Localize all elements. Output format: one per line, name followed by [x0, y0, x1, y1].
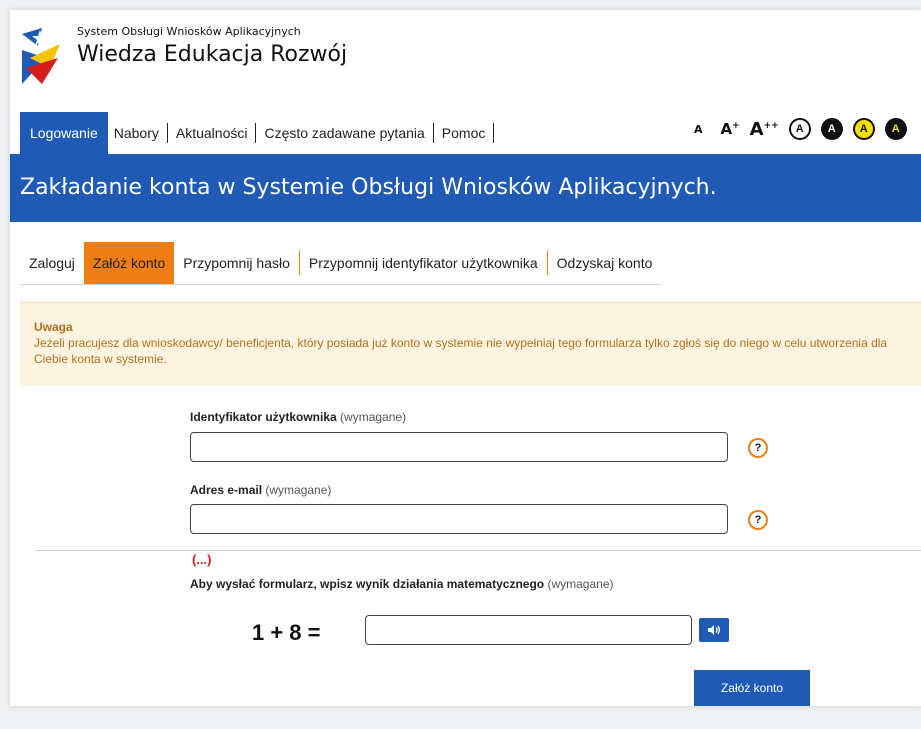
system-name-big: Wiedza Edukacja Rozwój — [77, 42, 348, 67]
email-required: (wymagane) — [265, 483, 332, 497]
page-title-banner: Zakładanie konta w Systemie Obsługi Wnio… — [10, 154, 921, 222]
font-size-medium-sup: + — [732, 121, 740, 131]
captcha-audio-button[interactable] — [699, 618, 729, 642]
main-nav: Logowanie Nabory Aktualności Często zada… — [20, 112, 496, 154]
user-id-input[interactable] — [190, 432, 728, 462]
account-tabs: Zaloguj Załóż konto Przypomnij hasło Prz… — [20, 242, 662, 285]
omitted-fields-ellipsis: (...) — [192, 552, 212, 567]
system-name-small: System Obsługi Wniosków Aplikacyjnych — [77, 25, 301, 38]
tab-przypomnij-haslo[interactable]: Przypomnij hasło — [174, 242, 299, 284]
tab-zaloz-konto[interactable]: Załóż konto — [83, 242, 175, 284]
user-id-help-icon[interactable]: ? — [748, 438, 768, 458]
user-id-label: Identyfikator użytkownika (wymagane) — [190, 410, 406, 424]
captcha-label: Aby wysłać formularz, wpisz wynik działa… — [190, 577, 614, 591]
tab-odzyskaj-konto[interactable]: Odzyskaj konto — [548, 242, 662, 284]
captcha-expression: 1 + 8 = — [252, 620, 321, 645]
tab-zaloguj[interactable]: Zaloguj — [20, 242, 84, 284]
font-size-large-button[interactable]: A++ — [750, 119, 779, 140]
nav-separator — [166, 123, 168, 143]
nav-item-logowanie[interactable]: Logowanie — [20, 112, 108, 154]
email-help-icon[interactable]: ? — [748, 510, 768, 530]
nav-item-faq[interactable]: Często zadawane pytania — [258, 112, 430, 154]
font-size-normal-button[interactable]: A — [694, 123, 703, 136]
email-label-text: Adres e-mail — [190, 483, 263, 497]
eu-funds-logo-icon — [20, 24, 62, 86]
captcha-label-text: Aby wysłać formularz, wpisz wynik działa… — [190, 577, 545, 591]
nav-item-aktualnosci[interactable]: Aktualności — [170, 112, 254, 154]
nav-separator — [493, 123, 495, 143]
page-card: System Obsługi Wniosków Aplikacyjnych Wi… — [10, 10, 921, 706]
contrast-black-white-button[interactable]: A — [820, 118, 843, 140]
font-size-large-label: A — [749, 118, 764, 140]
email-label: Adres e-mail (wymagane) — [190, 483, 331, 497]
contrast-default-button[interactable]: A — [788, 118, 811, 140]
nav-separator — [432, 123, 434, 143]
nav-item-nabory[interactable]: Nabory — [108, 112, 165, 154]
create-account-button[interactable]: Załóż konto — [694, 670, 810, 706]
warning-notice: Uwaga Jeżeli pracujesz dla wnioskodawcy/… — [20, 302, 921, 386]
font-size-medium-label: A — [720, 120, 733, 138]
nav-item-pomoc[interactable]: Pomoc — [436, 112, 492, 154]
email-input[interactable] — [190, 504, 728, 534]
font-size-large-sup: ++ — [763, 120, 779, 131]
font-size-medium-button[interactable]: A+ — [721, 120, 740, 138]
notice-title: Uwaga — [34, 320, 73, 334]
user-id-required: (wymagane) — [340, 410, 407, 424]
captcha-required: (wymagane) — [547, 577, 614, 591]
nav-separator — [255, 123, 257, 143]
speaker-icon — [708, 625, 720, 635]
form-divider — [36, 550, 921, 551]
notice-text: Jeżeli pracujesz dla wnioskodawcy/ benef… — [34, 336, 888, 366]
contrast-yellow-black-button[interactable]: A — [852, 118, 875, 140]
tab-przypomnij-identyfikator[interactable]: Przypomnij identyfikator użytkownika — [300, 242, 547, 284]
user-id-label-text: Identyfikator użytkownika — [190, 410, 337, 424]
accessibility-toolbar: A A+ A++ A A A A — [694, 118, 907, 140]
contrast-black-yellow-button[interactable]: A — [884, 118, 907, 140]
captcha-input[interactable] — [365, 615, 692, 645]
